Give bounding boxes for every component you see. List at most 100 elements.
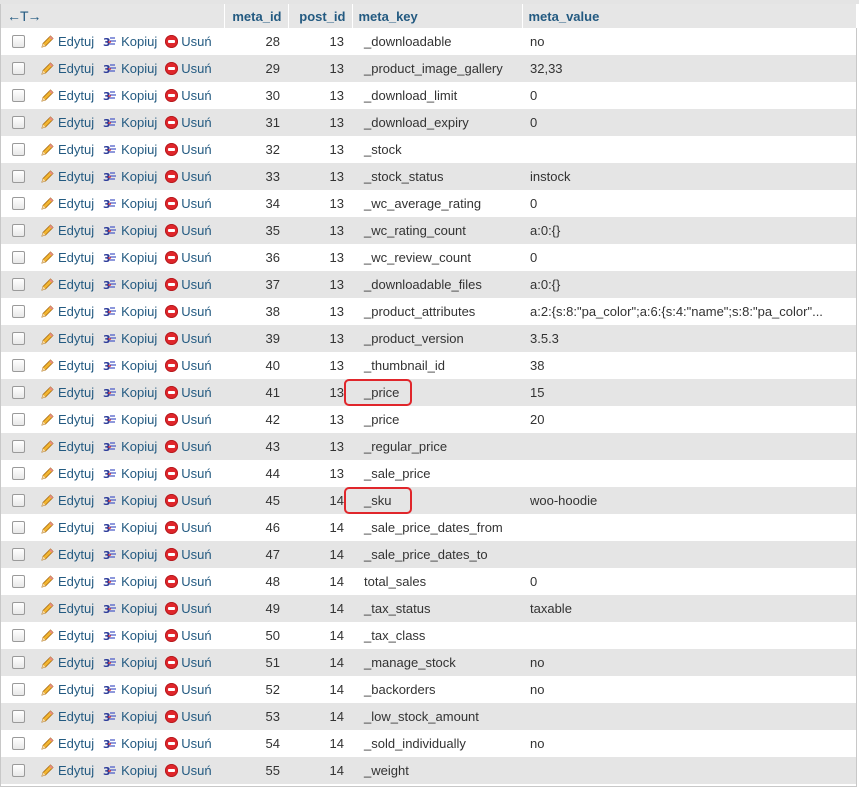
delete-link[interactable]: Usuń: [165, 196, 212, 211]
row-checkbox[interactable]: [12, 413, 25, 427]
row-checkbox[interactable]: [12, 305, 25, 319]
copy-link[interactable]: 3 Kopiuj: [102, 250, 157, 266]
edit-link[interactable]: Edytuj: [39, 385, 94, 401]
edit-link[interactable]: Edytuj: [39, 358, 94, 374]
delete-link[interactable]: Usuń: [165, 169, 212, 184]
header-meta-key[interactable]: meta_key: [352, 4, 523, 28]
edit-link[interactable]: Edytuj: [39, 547, 94, 563]
row-checkbox[interactable]: [12, 278, 25, 292]
delete-link[interactable]: Usuń: [165, 547, 212, 562]
row-checkbox[interactable]: [12, 251, 25, 265]
row-checkbox[interactable]: [12, 764, 25, 778]
copy-link[interactable]: 3 Kopiuj: [102, 223, 157, 239]
row-checkbox[interactable]: [12, 143, 25, 157]
delete-link[interactable]: Usuń: [165, 520, 212, 535]
edit-link[interactable]: Edytuj: [39, 250, 94, 266]
edit-link[interactable]: Edytuj: [39, 34, 94, 50]
delete-link[interactable]: Usuń: [165, 763, 212, 778]
copy-link[interactable]: 3 Kopiuj: [102, 34, 157, 50]
header-meta-id[interactable]: meta_id: [224, 4, 289, 28]
copy-link[interactable]: 3 Kopiuj: [102, 574, 157, 590]
row-checkbox[interactable]: [12, 602, 25, 616]
copy-link[interactable]: 3 Kopiuj: [102, 169, 157, 185]
row-checkbox[interactable]: [12, 656, 25, 670]
copy-link[interactable]: 3 Kopiuj: [102, 628, 157, 644]
delete-link[interactable]: Usuń: [165, 304, 212, 319]
delete-link[interactable]: Usuń: [165, 277, 212, 292]
row-checkbox[interactable]: [12, 737, 25, 751]
edit-link[interactable]: Edytuj: [39, 61, 94, 77]
copy-link[interactable]: 3 Kopiuj: [102, 142, 157, 158]
delete-link[interactable]: Usuń: [165, 466, 212, 481]
delete-link[interactable]: Usuń: [165, 412, 212, 427]
delete-link[interactable]: Usuń: [165, 223, 212, 238]
copy-link[interactable]: 3 Kopiuj: [102, 304, 157, 320]
delete-link[interactable]: Usuń: [165, 736, 212, 751]
row-checkbox[interactable]: [12, 629, 25, 643]
delete-link[interactable]: Usuń: [165, 601, 212, 616]
edit-link[interactable]: Edytuj: [39, 682, 94, 698]
edit-link[interactable]: Edytuj: [39, 304, 94, 320]
delete-link[interactable]: Usuń: [165, 574, 212, 589]
delete-link[interactable]: Usuń: [165, 358, 212, 373]
edit-link[interactable]: Edytuj: [39, 709, 94, 725]
copy-link[interactable]: 3 Kopiuj: [102, 520, 157, 536]
edit-link[interactable]: Edytuj: [39, 277, 94, 293]
edit-link[interactable]: Edytuj: [39, 142, 94, 158]
row-checkbox[interactable]: [12, 548, 25, 562]
row-checkbox[interactable]: [12, 170, 25, 184]
edit-link[interactable]: Edytuj: [39, 412, 94, 428]
delete-link[interactable]: Usuń: [165, 34, 212, 49]
edit-link[interactable]: Edytuj: [39, 655, 94, 671]
row-checkbox[interactable]: [12, 710, 25, 724]
row-checkbox[interactable]: [12, 332, 25, 346]
edit-link[interactable]: Edytuj: [39, 196, 94, 212]
row-checkbox[interactable]: [12, 35, 25, 49]
row-checkbox[interactable]: [12, 521, 25, 535]
row-checkbox[interactable]: [12, 116, 25, 130]
copy-link[interactable]: 3 Kopiuj: [102, 655, 157, 671]
copy-link[interactable]: 3 Kopiuj: [102, 601, 157, 617]
edit-link[interactable]: Edytuj: [39, 223, 94, 239]
delete-link[interactable]: Usuń: [165, 709, 212, 724]
delete-link[interactable]: Usuń: [165, 385, 212, 400]
edit-link[interactable]: Edytuj: [39, 628, 94, 644]
row-checkbox[interactable]: [12, 359, 25, 373]
edit-link[interactable]: Edytuj: [39, 493, 94, 509]
delete-link[interactable]: Usuń: [165, 115, 212, 130]
copy-link[interactable]: 3 Kopiuj: [102, 277, 157, 293]
delete-link[interactable]: Usuń: [165, 250, 212, 265]
delete-link[interactable]: Usuń: [165, 655, 212, 670]
header-meta-value[interactable]: meta_value: [522, 4, 857, 28]
row-checkbox[interactable]: [12, 62, 25, 76]
edit-link[interactable]: Edytuj: [39, 439, 94, 455]
row-checkbox[interactable]: [12, 467, 25, 481]
delete-link[interactable]: Usuń: [165, 628, 212, 643]
edit-link[interactable]: Edytuj: [39, 520, 94, 536]
copy-link[interactable]: 3 Kopiuj: [102, 88, 157, 104]
delete-link[interactable]: Usuń: [165, 88, 212, 103]
copy-link[interactable]: 3 Kopiuj: [102, 736, 157, 752]
row-checkbox[interactable]: [12, 224, 25, 238]
row-checkbox[interactable]: [12, 386, 25, 400]
delete-link[interactable]: Usuń: [165, 439, 212, 454]
row-checkbox[interactable]: [12, 494, 25, 508]
row-checkbox[interactable]: [12, 440, 25, 454]
copy-link[interactable]: 3 Kopiuj: [102, 385, 157, 401]
copy-link[interactable]: 3 Kopiuj: [102, 682, 157, 698]
delete-link[interactable]: Usuń: [165, 61, 212, 76]
edit-link[interactable]: Edytuj: [39, 466, 94, 482]
edit-link[interactable]: Edytuj: [39, 88, 94, 104]
copy-link[interactable]: 3 Kopiuj: [102, 196, 157, 212]
delete-link[interactable]: Usuń: [165, 142, 212, 157]
copy-link[interactable]: 3 Kopiuj: [102, 412, 157, 428]
delete-link[interactable]: Usuń: [165, 493, 212, 508]
copy-link[interactable]: 3 Kopiuj: [102, 358, 157, 374]
copy-link[interactable]: 3 Kopiuj: [102, 115, 157, 131]
delete-link[interactable]: Usuń: [165, 331, 212, 346]
row-checkbox[interactable]: [12, 197, 25, 211]
edit-link[interactable]: Edytuj: [39, 169, 94, 185]
edit-link[interactable]: Edytuj: [39, 736, 94, 752]
copy-link[interactable]: 3 Kopiuj: [102, 493, 157, 509]
delete-link[interactable]: Usuń: [165, 682, 212, 697]
